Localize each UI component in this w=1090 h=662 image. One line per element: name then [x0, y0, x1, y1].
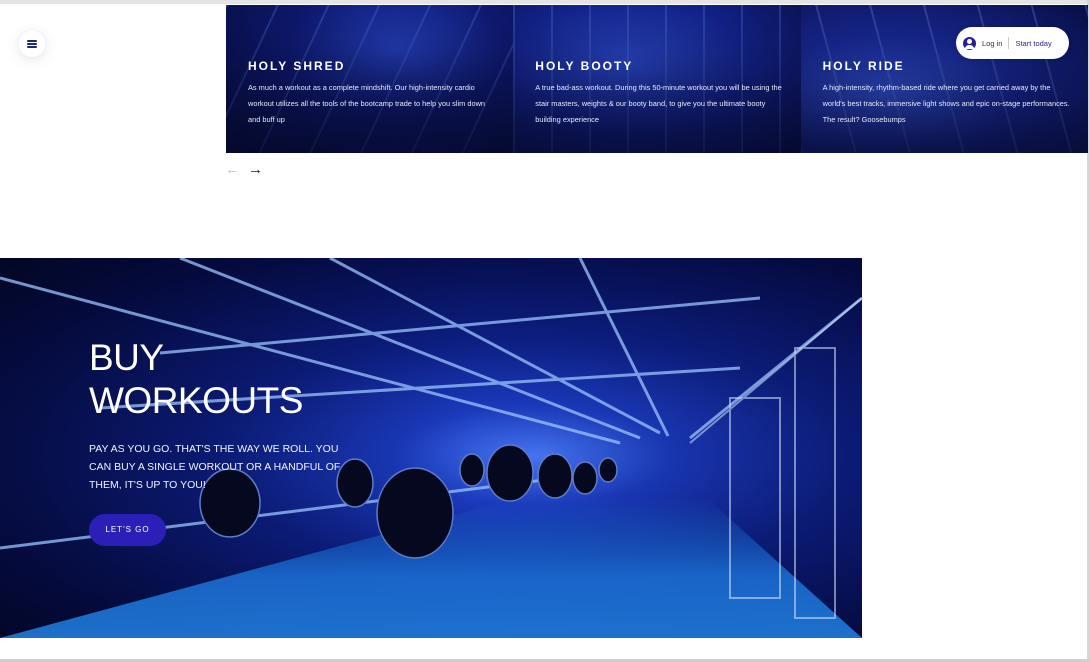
- carousel-slide-holy-booty[interactable]: HOLY BOOTY A true bad-ass workout. Durin…: [513, 5, 801, 153]
- slide-description: A true bad-ass workout. During this 50-m…: [535, 83, 782, 124]
- window-top-border: [0, 0, 1090, 4]
- carousel-slide-holy-shred[interactable]: HOLY SHRED As much a workout as a comple…: [226, 5, 514, 153]
- auth-pill: Log in Start today: [956, 27, 1069, 59]
- class-carousel: HOLY SHRED As much a workout as a comple…: [226, 5, 1088, 153]
- login-link[interactable]: Log in: [982, 39, 1002, 48]
- hero-title: BUY WORKOUTS: [89, 337, 303, 421]
- carousel-controls: ← →: [225, 162, 263, 178]
- slide-title: HOLY SHRED: [248, 59, 346, 73]
- arrow-left-icon[interactable]: ←: [225, 162, 240, 178]
- menu-button[interactable]: [19, 31, 45, 57]
- hero-description: PAY AS YOU GO. THAT'S THE WAY WE ROLL. Y…: [89, 443, 341, 491]
- hamburger-menu-icon: [27, 40, 37, 48]
- arrow-right-icon[interactable]: →: [248, 162, 263, 178]
- slide-description: As much a workout as a complete mindshif…: [248, 83, 486, 124]
- buy-workouts-hero: BUY WORKOUTS PAY AS YOU GO. THAT'S THE W…: [0, 258, 862, 638]
- slide-title: HOLY BOOTY: [535, 59, 634, 73]
- slide-title: HOLY RIDE: [822, 59, 905, 73]
- user-circle-icon[interactable]: [963, 36, 976, 50]
- lets-go-button[interactable]: LET'S GO: [89, 514, 166, 546]
- slide-description: A high-intensity, rhythm-based ride wher…: [822, 83, 1070, 124]
- pill-divider: [1008, 37, 1010, 49]
- start-today-link[interactable]: Start today: [1015, 39, 1051, 48]
